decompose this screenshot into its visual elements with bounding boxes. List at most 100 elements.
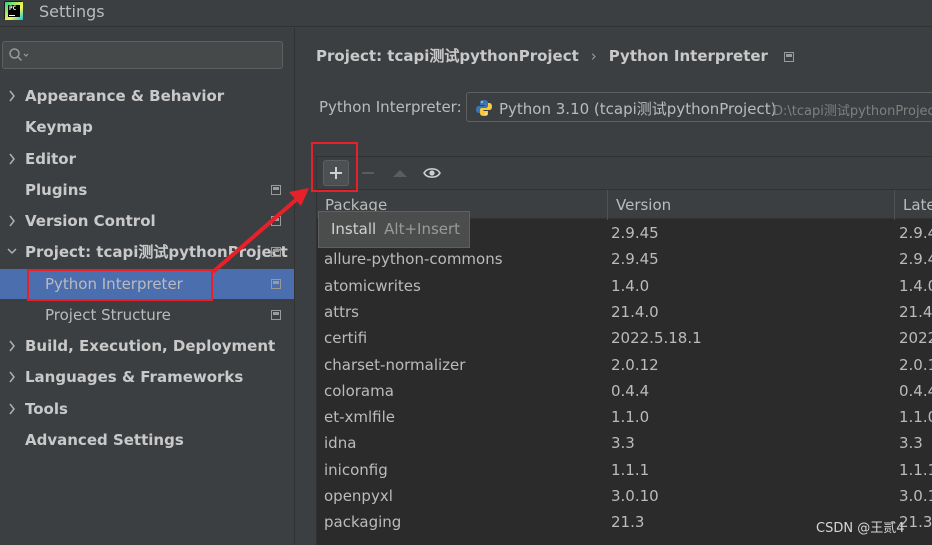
project-scope-icon	[271, 216, 281, 226]
annotation-highlight-python-interpreter	[27, 269, 213, 301]
table-row[interactable]: et-xmlfile 1.1.0 1.1.0	[317, 404, 932, 430]
package-name-cell: atomicwrites	[324, 276, 421, 295]
watermark: CSDN @王贰4	[816, 521, 905, 536]
annotation-highlight-add-button	[311, 142, 358, 192]
version-cell: 21.4.0	[611, 302, 659, 321]
sidebar-item-label: Languages & Frameworks	[25, 368, 244, 386]
sidebar-item-project-structure[interactable]: Project Structure	[0, 300, 294, 330]
sidebar-item-languages-frameworks[interactable]: Languages & Frameworks	[0, 362, 294, 392]
table-row[interactable]: idna 3.3 3.3	[317, 430, 932, 456]
table-row[interactable]: iniconfig 1.1.1 1.1.1	[317, 457, 932, 483]
package-name-cell: attrs	[324, 302, 359, 321]
latest-version-cell: 0.4.4	[899, 381, 932, 400]
packages-toolbar	[317, 157, 932, 189]
sidebar-item-label: Tools	[25, 400, 68, 418]
latest-version-cell: 1.1.1	[899, 460, 932, 479]
package-name-cell: certifi	[324, 329, 368, 348]
version-cell: 2022.5.18.1	[611, 329, 702, 348]
project-scope-icon	[271, 310, 281, 320]
table-row[interactable]: charset-normalizer 2.0.12 2.0.1	[317, 352, 932, 378]
latest-version-cell: 1.1.0	[899, 408, 932, 427]
latest-version-cell: 2022	[899, 329, 932, 348]
pycharm-logo-icon: PC	[4, 1, 23, 20]
sidebar-item-label: Keymap	[25, 118, 93, 136]
sidebar-item-version-control[interactable]: Version Control	[0, 206, 294, 236]
packages-table-body: 2.9.45 2.9.4 allure-python-commons 2.9.45 2.…	[317, 220, 932, 545]
latest-version-cell: 3.0.1	[899, 487, 932, 505]
sidebar-item-plugins[interactable]: Plugins	[0, 175, 294, 205]
version-cell: 1.4.0	[611, 276, 650, 295]
version-cell: 2.9.45	[611, 250, 659, 269]
project-scope-icon	[271, 185, 281, 195]
sidebar-item-label: Version Control	[25, 212, 156, 230]
triangle-up-icon	[393, 170, 407, 177]
eye-icon	[423, 168, 441, 178]
package-name-cell: packaging	[324, 513, 402, 532]
package-name-cell: idna	[324, 434, 357, 453]
table-row[interactable]: attrs 21.4.0 21.4.	[317, 299, 932, 325]
sidebar-item-label: Build, Execution, Deployment	[25, 337, 276, 355]
sidebar-item-keymap[interactable]: Keymap	[0, 112, 294, 142]
latest-version-cell: 2.0.1	[899, 355, 932, 374]
tooltip-shortcut: Alt+Insert	[384, 220, 461, 238]
version-cell: 0.4.4	[611, 381, 650, 400]
version-cell: 2.9.45	[611, 224, 659, 242]
chevron-right-icon[interactable]	[6, 206, 18, 236]
version-cell: 21.3	[611, 513, 645, 532]
package-name-cell: charset-normalizer	[324, 355, 466, 374]
latest-version-cell: 2.9.4	[899, 250, 932, 269]
interpreter-dropdown[interactable]: Python 3.10 (tcapi测试pythonProject) D:\tc…	[466, 92, 932, 122]
sidebar-item-appearance-behavior[interactable]: Appearance & Behavior	[0, 81, 294, 111]
show-early-releases-button[interactable]	[419, 160, 445, 186]
version-cell: 1.1.0	[611, 408, 650, 427]
upgrade-package-button[interactable]	[387, 160, 413, 186]
search-icon	[9, 48, 29, 62]
sidebar-item-label: Appearance & Behavior	[25, 87, 225, 105]
sidebar-item-build-execution-deployment[interactable]: Build, Execution, Deployment	[0, 331, 294, 361]
package-name-cell: colorama	[324, 381, 394, 400]
breadcrumb-project[interactable]: Project: tcapi测试pythonProject	[316, 45, 579, 66]
window-title: Settings	[39, 2, 105, 21]
column-header-version[interactable]: Version	[608, 190, 895, 220]
chevron-right-icon[interactable]	[6, 362, 18, 392]
install-tooltip: Install Alt+Insert	[318, 211, 470, 248]
sidebar-item-project[interactable]: Project: tcapi测试pythonProject	[0, 237, 294, 267]
sidebar-item-advanced-settings[interactable]: Advanced Settings	[0, 425, 294, 455]
chevron-down-icon[interactable]	[6, 237, 18, 267]
table-row[interactable]: certifi 2022.5.18.1 2022	[317, 325, 932, 351]
sidebar-item-label: Advanced Settings	[25, 431, 184, 449]
package-name-cell: iniconfig	[324, 460, 388, 479]
chevron-right-icon[interactable]	[6, 394, 18, 424]
version-cell: 1.1.1	[611, 460, 650, 479]
table-row[interactable]: colorama 0.4.4 0.4.4	[317, 378, 932, 404]
latest-version-cell: 1.4.0	[899, 276, 932, 295]
python-icon	[476, 100, 492, 116]
tooltip-label: Install	[331, 220, 377, 238]
settings-search-input[interactable]	[2, 41, 283, 69]
uninstall-package-button[interactable]	[355, 160, 381, 186]
column-header-latest[interactable]: Late	[895, 190, 932, 220]
package-name-cell: openpyxl	[324, 487, 393, 505]
project-scope-icon	[271, 247, 281, 257]
breadcrumb-separator: ›	[590, 47, 597, 65]
chevron-right-icon[interactable]	[6, 81, 18, 111]
sidebar-item-editor[interactable]: Editor	[0, 144, 294, 174]
breadcrumb-page: Python Interpreter	[608, 47, 768, 65]
minus-icon	[362, 172, 374, 174]
interpreter-path: D:\tcapi测试pythonProject	[773, 104, 932, 119]
sidebar-item-label: Project Structure	[45, 306, 171, 324]
sidebar-item-tools[interactable]: Tools	[0, 394, 294, 424]
version-cell: 3.3	[611, 434, 635, 453]
chevron-right-icon[interactable]	[6, 144, 18, 174]
interpreter-name: Python 3.10 (tcapi测试pythonProject)	[499, 100, 777, 118]
breadcrumb: Project: tcapi测试pythonProject › Python Int…	[316, 45, 794, 66]
package-name-cell: et-xmlfile	[324, 408, 396, 427]
project-scope-icon	[783, 51, 794, 62]
table-row[interactable]: atomicwrites 1.4.0 1.4.0	[317, 273, 932, 299]
sidebar-item-label: Plugins	[25, 181, 88, 199]
sidebar-item-label: Project: tcapi测试pythonProject	[25, 243, 288, 261]
project-scope-icon	[271, 279, 281, 289]
table-row[interactable]: openpyxl 3.0.10 3.0.1	[317, 483, 932, 509]
chevron-right-icon[interactable]	[6, 331, 18, 361]
table-row[interactable]: allure-python-commons 2.9.45 2.9.4	[317, 246, 932, 272]
